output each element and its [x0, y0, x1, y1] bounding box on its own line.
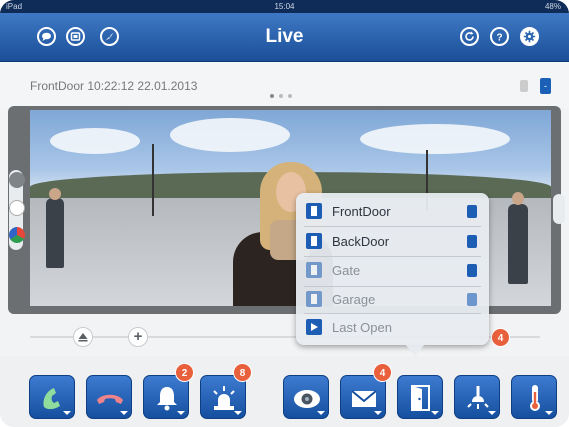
door-item-gate[interactable]: Gate: [296, 256, 489, 285]
zoom-out-button[interactable]: -: [540, 78, 551, 94]
page-dot: [288, 94, 292, 98]
camera-name-timestamp: FrontDoor 10:22:12 22.01.2013: [30, 79, 198, 93]
menu-corner: [374, 411, 382, 415]
page-dot: [270, 94, 274, 98]
door-icon: [306, 233, 322, 249]
call-end-button[interactable]: [86, 375, 132, 419]
thermometer-icon: [530, 385, 540, 411]
person-head: [512, 192, 524, 205]
screens-icon[interactable]: [66, 27, 85, 46]
add-icon[interactable]: +: [128, 327, 148, 347]
bell-badge: 2: [175, 363, 194, 382]
cloud: [360, 124, 510, 154]
door-item-frontdoor[interactable]: FrontDoor: [296, 197, 489, 226]
door-button[interactable]: [397, 375, 443, 419]
eject-icon[interactable]: [73, 327, 93, 347]
phone-accept-icon: [43, 388, 60, 410]
call-accept-button[interactable]: [29, 375, 75, 419]
battery-level: 48%: [544, 2, 561, 11]
camera-lens-icon: [294, 390, 320, 408]
alarm-badge: 8: [233, 363, 252, 382]
menu-corner: [177, 411, 185, 415]
minus-icon[interactable]: [467, 293, 477, 306]
minus-icon[interactable]: [467, 235, 477, 248]
status-time: 15:04: [274, 2, 295, 11]
nav-bar: Live ?: [0, 13, 569, 62]
camera-header: FrontDoor 10:22:12 22.01.2013 -: [0, 62, 569, 108]
chat-bubble-icon[interactable]: [37, 27, 56, 46]
light-button[interactable]: [454, 375, 500, 419]
light-icon: [467, 386, 489, 409]
door-item-backdoor[interactable]: BackDoor: [296, 227, 489, 256]
cloud: [50, 128, 140, 154]
door-icon: [306, 291, 322, 307]
door-icon: [306, 262, 322, 278]
door-label: Gate: [332, 263, 361, 278]
messages-badge: 4: [373, 363, 392, 382]
color-wheel-icon[interactable]: [9, 227, 25, 243]
alarm-light-icon: [213, 386, 235, 410]
person-right: [508, 204, 528, 284]
menu-corner: [234, 411, 242, 415]
menu-corner: [488, 411, 496, 415]
menu-corner: [63, 411, 71, 415]
door-icon: [306, 203, 322, 219]
door-label: Garage: [332, 292, 376, 307]
help-icon[interactable]: ?: [490, 27, 509, 46]
temperature-button[interactable]: [511, 375, 557, 419]
lock-icon[interactable]: [467, 205, 477, 218]
cloud: [170, 118, 290, 152]
door-popup: FrontDoor BackDoor Gate Garage Last Open: [296, 193, 489, 345]
app-screen: iPad 15:04 48% Live ? FrontDoor 10:22:12…: [0, 0, 569, 427]
page-title: Live: [265, 26, 304, 47]
menu-corner: [317, 411, 325, 415]
popup-pointer: [405, 344, 425, 356]
bell-icon: [157, 387, 177, 411]
person-left: [46, 198, 64, 268]
zoom-lock-icon[interactable]: [520, 80, 528, 92]
street-lamp: [152, 144, 154, 216]
door-open-icon[interactable]: [467, 264, 477, 277]
compass-icon[interactable]: [100, 27, 119, 46]
door-label: FrontDoor: [332, 204, 391, 219]
hemispheric-camera-button[interactable]: [283, 375, 329, 419]
phone-end-icon: [97, 394, 123, 404]
mail-icon: [351, 390, 377, 407]
speaker-icon[interactable]: [553, 194, 565, 224]
menu-corner: [431, 411, 439, 415]
menu-corner: [120, 411, 128, 415]
settings-gear-icon[interactable]: [520, 27, 539, 46]
page-dot: [279, 94, 283, 98]
refresh-icon[interactable]: [460, 27, 479, 46]
status-bar: iPad 15:04 48%: [0, 0, 569, 13]
contrast-icon[interactable]: [9, 172, 25, 188]
brightness-icon[interactable]: [9, 200, 25, 216]
menu-corner: [545, 411, 553, 415]
door-label: BackDoor: [332, 234, 390, 249]
svg-text:?: ?: [496, 33, 502, 44]
last-open-label: Last Open: [332, 320, 392, 335]
door-item-garage[interactable]: Garage: [296, 285, 489, 314]
event-count-badge: 4: [491, 328, 510, 347]
door-open-icon: [411, 385, 430, 411]
page-indicator[interactable]: [270, 85, 297, 103]
last-open-item[interactable]: Last Open: [296, 313, 489, 342]
play-icon: [306, 319, 322, 335]
person-head: [49, 188, 61, 200]
